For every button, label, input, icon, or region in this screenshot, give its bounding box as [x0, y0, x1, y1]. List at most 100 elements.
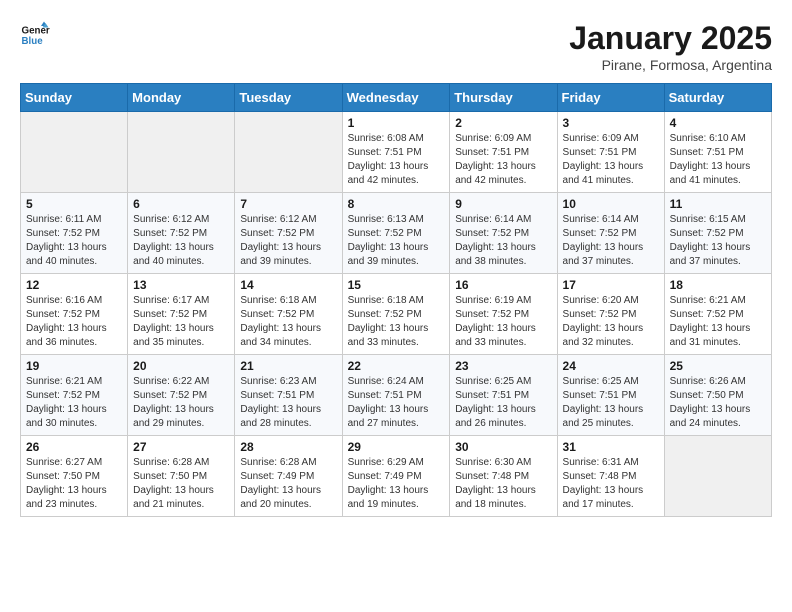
- calendar-cell: 23 Sunrise: 6:25 AM Sunset: 7:51 PM Dayli…: [450, 355, 557, 436]
- day-number: 23: [455, 359, 551, 373]
- day-number: 20: [133, 359, 229, 373]
- day-info: Sunrise: 6:17 AM Sunset: 7:52 PM Dayligh…: [133, 294, 229, 350]
- calendar-table: SundayMondayTuesdayWednesdayThursdayFrid…: [20, 83, 772, 517]
- calendar-week-row: 1 Sunrise: 6:08 AM Sunset: 7:51 PM Daylig…: [21, 112, 772, 193]
- calendar-cell: 6 Sunrise: 6:12 AM Sunset: 7:52 PM Daylig…: [128, 193, 235, 274]
- svg-text:Blue: Blue: [22, 36, 44, 47]
- day-of-week-header: Thursday: [450, 84, 557, 112]
- calendar-cell: 4Sunrise: 6:10 AM Sunset: 7:51 PM Daylig…: [664, 112, 771, 193]
- day-number: 6: [133, 197, 229, 211]
- calendar-cell: 15 Sunrise: 6:18 AM Sunset: 7:52 PM Dayli…: [342, 274, 450, 355]
- logo: General Blue: [20, 20, 50, 50]
- day-info: Sunrise: 6:15 AM Sunset: 7:52 PM Dayligh…: [670, 213, 766, 269]
- day-info: Sunrise: 6:21 AM Sunset: 7:52 PM Dayligh…: [26, 375, 122, 431]
- calendar-cell: 2 Sunrise: 6:09 AM Sunset: 7:51 PM Daylig…: [450, 112, 557, 193]
- day-number: 25: [670, 359, 766, 373]
- day-number: 13: [133, 278, 229, 292]
- day-of-week-header: Monday: [128, 84, 235, 112]
- day-number: 9: [455, 197, 551, 211]
- day-number: 11: [670, 197, 766, 211]
- calendar-cell: 26 Sunrise: 6:27 AM Sunset: 7:50 PM Dayli…: [21, 436, 128, 517]
- calendar-cell: 7Sunrise: 6:12 AM Sunset: 7:52 PM Daylig…: [235, 193, 342, 274]
- calendar-cell: [664, 436, 771, 517]
- calendar-cell: 22 Sunrise: 6:24 AM Sunset: 7:51 PM Dayli…: [342, 355, 450, 436]
- calendar-cell: 11 Sunrise: 6:15 AM Sunset: 7:52 PM Dayli…: [664, 193, 771, 274]
- logo-icon: General Blue: [20, 20, 50, 50]
- day-info: Sunrise: 6:25 AM Sunset: 7:51 PM Dayligh…: [455, 375, 551, 431]
- day-number: 31: [563, 440, 659, 454]
- day-number: 16: [455, 278, 551, 292]
- calendar-week-row: 12Sunrise: 6:16 AM Sunset: 7:52 PM Dayli…: [21, 274, 772, 355]
- day-of-week-header: Sunday: [21, 84, 128, 112]
- day-info: Sunrise: 6:28 AM Sunset: 7:49 PM Dayligh…: [240, 456, 336, 512]
- calendar-cell: 17Sunrise: 6:20 AM Sunset: 7:52 PM Dayli…: [557, 274, 664, 355]
- day-info: Sunrise: 6:09 AM Sunset: 7:51 PM Dayligh…: [563, 132, 659, 188]
- day-info: Sunrise: 6:20 AM Sunset: 7:52 PM Dayligh…: [563, 294, 659, 350]
- header-row: SundayMondayTuesdayWednesdayThursdayFrid…: [21, 84, 772, 112]
- calendar-cell: 3 Sunrise: 6:09 AM Sunset: 7:51 PM Daylig…: [557, 112, 664, 193]
- calendar-week-row: 26 Sunrise: 6:27 AM Sunset: 7:50 PM Dayli…: [21, 436, 772, 517]
- calendar-cell: 13 Sunrise: 6:17 AM Sunset: 7:52 PM Dayli…: [128, 274, 235, 355]
- day-info: Sunrise: 6:11 AM Sunset: 7:52 PM Dayligh…: [26, 213, 122, 269]
- day-info: Sunrise: 6:08 AM Sunset: 7:51 PM Dayligh…: [348, 132, 445, 188]
- day-number: 24: [563, 359, 659, 373]
- calendar-cell: 14 Sunrise: 6:18 AM Sunset: 7:52 PM Dayli…: [235, 274, 342, 355]
- day-info: Sunrise: 6:18 AM Sunset: 7:52 PM Dayligh…: [348, 294, 445, 350]
- calendar-cell: 19 Sunrise: 6:21 AM Sunset: 7:52 PM Dayli…: [21, 355, 128, 436]
- page-header: General Blue January 2025 Pirane, Formos…: [20, 20, 772, 73]
- calendar-cell: 8Sunrise: 6:13 AM Sunset: 7:52 PM Daylig…: [342, 193, 450, 274]
- calendar-cell: 10 Sunrise: 6:14 AM Sunset: 7:52 PM Dayli…: [557, 193, 664, 274]
- day-info: Sunrise: 6:19 AM Sunset: 7:52 PM Dayligh…: [455, 294, 551, 350]
- location-subtitle: Pirane, Formosa, Argentina: [569, 57, 772, 73]
- day-number: 21: [240, 359, 336, 373]
- day-number: 3: [563, 116, 659, 130]
- day-number: 22: [348, 359, 445, 373]
- day-info: Sunrise: 6:16 AM Sunset: 7:52 PM Dayligh…: [26, 294, 122, 350]
- day-of-week-header: Tuesday: [235, 84, 342, 112]
- day-number: 1: [348, 116, 445, 130]
- calendar-cell: 27Sunrise: 6:28 AM Sunset: 7:50 PM Dayli…: [128, 436, 235, 517]
- day-info: Sunrise: 6:12 AM Sunset: 7:52 PM Dayligh…: [133, 213, 229, 269]
- day-info: Sunrise: 6:25 AM Sunset: 7:51 PM Dayligh…: [563, 375, 659, 431]
- day-number: 8: [348, 197, 445, 211]
- day-info: Sunrise: 6:18 AM Sunset: 7:52 PM Dayligh…: [240, 294, 336, 350]
- calendar-cell: 9Sunrise: 6:14 AM Sunset: 7:52 PM Daylig…: [450, 193, 557, 274]
- calendar-cell: 5Sunrise: 6:11 AM Sunset: 7:52 PM Daylig…: [21, 193, 128, 274]
- day-info: Sunrise: 6:22 AM Sunset: 7:52 PM Dayligh…: [133, 375, 229, 431]
- calendar-cell: 18Sunrise: 6:21 AM Sunset: 7:52 PM Dayli…: [664, 274, 771, 355]
- day-number: 15: [348, 278, 445, 292]
- day-number: 4: [670, 116, 766, 130]
- month-title: January 2025: [569, 20, 772, 57]
- day-info: Sunrise: 6:31 AM Sunset: 7:48 PM Dayligh…: [563, 456, 659, 512]
- day-number: 29: [348, 440, 445, 454]
- day-info: Sunrise: 6:28 AM Sunset: 7:50 PM Dayligh…: [133, 456, 229, 512]
- day-number: 28: [240, 440, 336, 454]
- calendar-cell: 1 Sunrise: 6:08 AM Sunset: 7:51 PM Daylig…: [342, 112, 450, 193]
- day-number: 14: [240, 278, 336, 292]
- calendar-week-row: 5Sunrise: 6:11 AM Sunset: 7:52 PM Daylig…: [21, 193, 772, 274]
- day-info: Sunrise: 6:27 AM Sunset: 7:50 PM Dayligh…: [26, 456, 122, 512]
- calendar-week-row: 19 Sunrise: 6:21 AM Sunset: 7:52 PM Dayli…: [21, 355, 772, 436]
- calendar-cell: 12Sunrise: 6:16 AM Sunset: 7:52 PM Dayli…: [21, 274, 128, 355]
- day-info: Sunrise: 6:09 AM Sunset: 7:51 PM Dayligh…: [455, 132, 551, 188]
- day-number: 10: [563, 197, 659, 211]
- calendar-cell: [21, 112, 128, 193]
- day-number: 19: [26, 359, 122, 373]
- day-info: Sunrise: 6:21 AM Sunset: 7:52 PM Dayligh…: [670, 294, 766, 350]
- calendar-cell: 30 Sunrise: 6:30 AM Sunset: 7:48 PM Dayli…: [450, 436, 557, 517]
- day-of-week-header: Wednesday: [342, 84, 450, 112]
- calendar-cell: 16 Sunrise: 6:19 AM Sunset: 7:52 PM Dayli…: [450, 274, 557, 355]
- day-info: Sunrise: 6:30 AM Sunset: 7:48 PM Dayligh…: [455, 456, 551, 512]
- day-info: Sunrise: 6:14 AM Sunset: 7:52 PM Dayligh…: [563, 213, 659, 269]
- calendar-cell: 25 Sunrise: 6:26 AM Sunset: 7:50 PM Dayli…: [664, 355, 771, 436]
- day-number: 2: [455, 116, 551, 130]
- day-of-week-header: Friday: [557, 84, 664, 112]
- day-of-week-header: Saturday: [664, 84, 771, 112]
- day-number: 30: [455, 440, 551, 454]
- calendar-cell: 20 Sunrise: 6:22 AM Sunset: 7:52 PM Dayli…: [128, 355, 235, 436]
- title-section: January 2025 Pirane, Formosa, Argentina: [569, 20, 772, 73]
- day-info: Sunrise: 6:12 AM Sunset: 7:52 PM Dayligh…: [240, 213, 336, 269]
- day-info: Sunrise: 6:24 AM Sunset: 7:51 PM Dayligh…: [348, 375, 445, 431]
- day-info: Sunrise: 6:26 AM Sunset: 7:50 PM Dayligh…: [670, 375, 766, 431]
- day-number: 26: [26, 440, 122, 454]
